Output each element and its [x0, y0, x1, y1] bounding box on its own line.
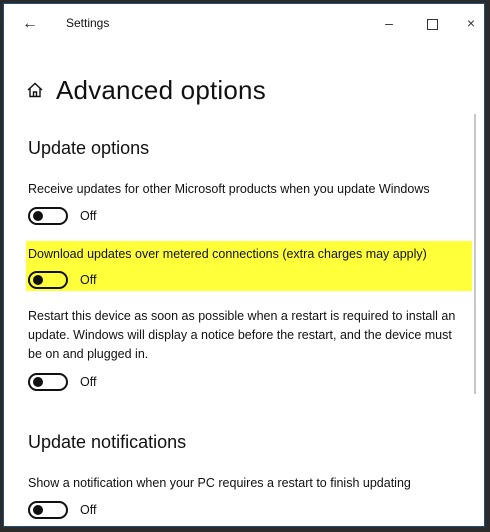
window-title: Settings	[66, 16, 110, 30]
toggle-state-label: Off	[80, 273, 97, 287]
toggle-state-label: Off	[80, 209, 97, 223]
maximize-icon	[426, 18, 438, 30]
close-button[interactable]: ×	[457, 12, 484, 34]
toggle-knob	[33, 505, 43, 515]
toggle-row-restart-device: Off	[28, 370, 96, 394]
toggle-switch-metered-connections[interactable]	[28, 271, 68, 289]
back-arrow-icon[interactable]: ←	[22, 14, 46, 34]
toggle-state-label: Off	[80, 375, 97, 389]
home-icon	[27, 82, 43, 98]
toggle-switch-other-products[interactable]	[28, 207, 68, 225]
page-title: Advanced options	[56, 74, 266, 105]
toggle-knob	[33, 275, 43, 285]
minimize-button[interactable]: –	[375, 12, 403, 34]
title-bar: ← Settings – ×	[4, 4, 484, 44]
toggle-switch-restart-device[interactable]	[28, 373, 68, 391]
section-title-update-options: Update options	[28, 138, 150, 158]
toggle-switch-restart-notification[interactable]	[28, 501, 68, 519]
page-heading: Advanced options	[26, 72, 266, 108]
toggle-row-metered-connections: Off	[28, 268, 96, 292]
section-title-update-notifications: Update notifications	[28, 432, 187, 452]
setting-label-other-products: Receive updates for other Microsoft prod…	[28, 182, 430, 196]
scrollbar[interactable]	[474, 114, 476, 394]
toggle-state-label: Off	[80, 503, 97, 517]
toggle-row-other-products: Off	[28, 204, 96, 228]
setting-label-metered-connections: Download updates over metered connection…	[28, 247, 427, 261]
toggle-knob	[33, 211, 43, 221]
settings-window: ← Settings – × Advanced options Update o…	[3, 3, 485, 527]
setting-label-restart-notification: Show a notification when your PC require…	[28, 476, 411, 490]
setting-label-restart-device: Restart this device as soon as possible …	[28, 309, 456, 361]
maximize-button[interactable]	[418, 12, 446, 34]
toggle-knob	[33, 377, 43, 387]
toggle-row-restart-notification: Off	[28, 498, 96, 522]
